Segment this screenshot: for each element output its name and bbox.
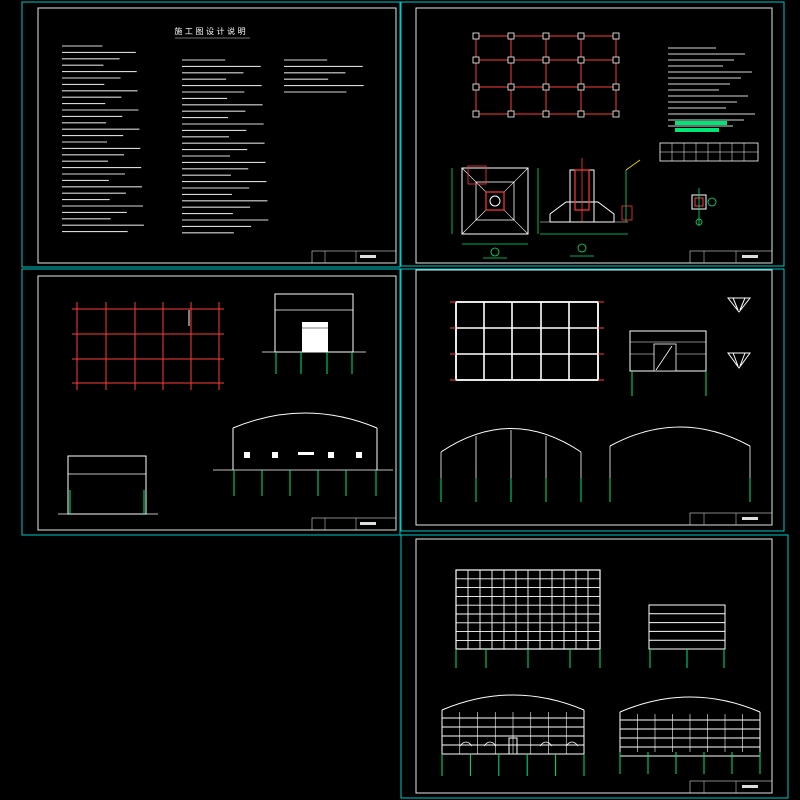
cad-drawing-sheets: 施 工 图 设 计 说 明 xyxy=(0,0,800,800)
notes-title: 施 工 图 设 计 说 明 xyxy=(174,26,245,36)
